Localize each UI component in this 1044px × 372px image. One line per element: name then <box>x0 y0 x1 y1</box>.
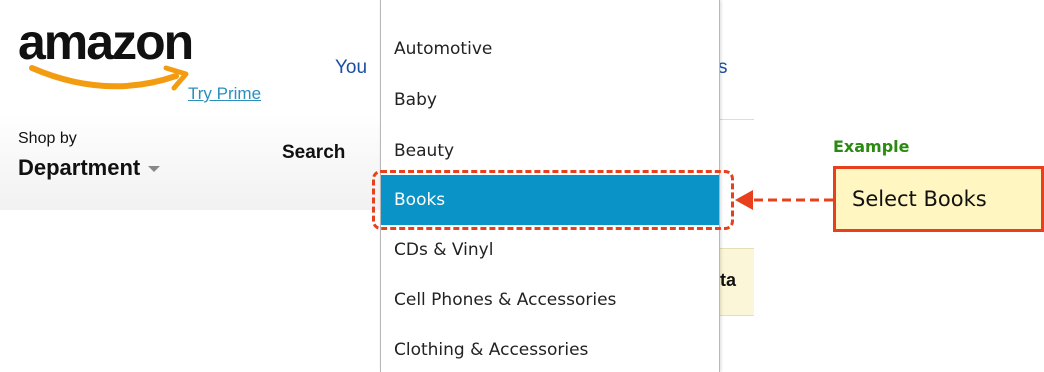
dropdown-item-automotive[interactable]: Automotive <box>381 24 719 74</box>
search-label: Search <box>282 142 346 163</box>
caret-down-icon <box>148 166 161 173</box>
dropdown-item-partial[interactable] <box>381 0 719 14</box>
try-prime-link[interactable]: Try Prime <box>188 84 261 104</box>
dropdown-item-cds-vinyl[interactable]: CDs & Vinyl <box>381 225 719 275</box>
dropdown-item-clothing[interactable]: Clothing & Accessories <box>381 325 719 372</box>
amazon-logo[interactable]: amazon Try Prime <box>18 14 278 104</box>
dropdown-item-cell-phones[interactable]: Cell Phones & Accessories <box>381 275 719 325</box>
example-label: Example <box>833 137 910 156</box>
department-menu-button[interactable]: Department <box>18 155 161 181</box>
dropdown-item-baby[interactable]: Baby <box>381 75 719 125</box>
left-arrow-icon <box>735 190 833 210</box>
department-label: Department <box>18 155 141 180</box>
books-highlight-box <box>372 170 734 230</box>
select-books-callout: Select Books <box>833 166 1044 232</box>
header-divider <box>718 119 754 120</box>
amazon-smile-arrow-icon <box>29 65 189 91</box>
your-account-link[interactable]: You <box>335 57 367 79</box>
shop-by-label: Shop by <box>18 130 77 147</box>
content-peek-text: ta <box>720 270 737 290</box>
dropdown-item-beauty[interactable]: Beauty <box>381 126 719 176</box>
